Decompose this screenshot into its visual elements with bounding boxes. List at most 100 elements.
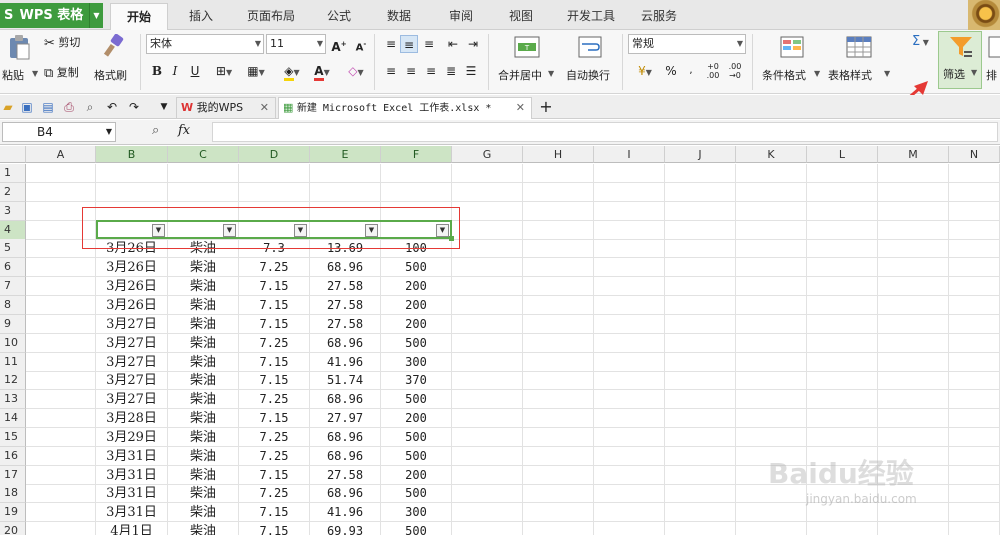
cell-N8[interactable]	[949, 295, 1000, 315]
cell-D20[interactable]: 7.15	[239, 522, 310, 535]
cell-N14[interactable]	[949, 409, 1000, 429]
cell-M20[interactable]	[878, 522, 949, 535]
cell-D11[interactable]: 7.15	[239, 352, 310, 372]
undo-icon[interactable]: ↶	[104, 99, 120, 115]
filter-dropdown-icon[interactable]: ▼	[152, 223, 165, 237]
print-icon[interactable]: ⎙	[61, 99, 77, 115]
cell-A17[interactable]	[26, 465, 96, 485]
cell-J19[interactable]	[665, 503, 736, 523]
tab-cloud[interactable]: 云服务	[634, 3, 684, 30]
cell-K15[interactable]	[736, 427, 807, 447]
cell-N12[interactable]	[949, 371, 1000, 391]
cell-C4[interactable]: ▼	[168, 220, 239, 240]
cell-B2[interactable]	[96, 182, 168, 202]
tab-developer[interactable]: 开发工具	[560, 3, 622, 30]
column-header-I[interactable]: I	[594, 146, 665, 163]
cell-E18[interactable]: 68.96	[310, 484, 381, 504]
cell-B11[interactable]: 3月27日	[96, 352, 168, 372]
cell-N3[interactable]	[949, 201, 1000, 221]
italic-button[interactable]: I	[166, 62, 184, 80]
row-header-7[interactable]: 7	[0, 277, 26, 297]
cell-N5[interactable]	[949, 239, 1000, 259]
cell-A1[interactable]	[26, 164, 96, 183]
align-left-icon[interactable]: ≡	[382, 62, 400, 80]
cell-L1[interactable]	[807, 164, 878, 183]
cell-G4[interactable]	[452, 220, 523, 240]
cell-G3[interactable]	[452, 201, 523, 221]
cell-H5[interactable]	[523, 239, 594, 259]
cell-F7[interactable]: 200	[381, 277, 452, 297]
cell-M8[interactable]	[878, 295, 949, 315]
font-size-select[interactable]: 11 ▼	[266, 34, 326, 54]
cell-L6[interactable]	[807, 258, 878, 278]
cell-F13[interactable]: 500	[381, 390, 452, 410]
filter-button[interactable]: 筛选 ▼	[938, 31, 982, 89]
sum-button[interactable]: Σ ▼	[912, 34, 929, 49]
select-all-corner[interactable]	[0, 146, 26, 163]
cell-A4[interactable]	[26, 220, 96, 240]
cell-L12[interactable]	[807, 371, 878, 391]
cell-M2[interactable]	[878, 182, 949, 202]
cell-J15[interactable]	[665, 427, 736, 447]
cell-B15[interactable]: 3月29日	[96, 427, 168, 447]
cell-J5[interactable]	[665, 239, 736, 259]
cell-H6[interactable]	[523, 258, 594, 278]
cell-E17[interactable]: 27.58	[310, 465, 381, 485]
cell-B5[interactable]: 3月26日	[96, 239, 168, 259]
cell-C12[interactable]: 柴油	[168, 371, 239, 391]
cell-N15[interactable]	[949, 427, 1000, 447]
cell-E1[interactable]	[310, 164, 381, 183]
cell-H15[interactable]	[523, 427, 594, 447]
cut-button[interactable]: ✂ 剪切	[44, 34, 80, 51]
cell-N20[interactable]	[949, 522, 1000, 535]
cell-F18[interactable]: 500	[381, 484, 452, 504]
sort-button[interactable]: 排	[986, 34, 1000, 90]
cell-N7[interactable]	[949, 277, 1000, 297]
cell-E15[interactable]: 68.96	[310, 427, 381, 447]
cell-M1[interactable]	[878, 164, 949, 183]
cell-D4[interactable]: ▼	[239, 220, 310, 240]
cell-E20[interactable]: 69.93	[310, 522, 381, 535]
cell-K4[interactable]	[736, 220, 807, 240]
cell-G1[interactable]	[452, 164, 523, 183]
cell-J8[interactable]	[665, 295, 736, 315]
cell-J20[interactable]	[665, 522, 736, 535]
cell-B16[interactable]: 3月31日	[96, 446, 168, 466]
cell-N18[interactable]	[949, 484, 1000, 504]
tab-home[interactable]: 开始	[110, 3, 168, 30]
cell-H18[interactable]	[523, 484, 594, 504]
cell-border-style-button[interactable]: ▦▼	[242, 62, 270, 80]
new-tab-button[interactable]: +	[538, 99, 554, 115]
row-header-10[interactable]: 10	[0, 333, 26, 353]
cell-L11[interactable]	[807, 352, 878, 372]
cell-L5[interactable]	[807, 239, 878, 259]
cell-L19[interactable]	[807, 503, 878, 523]
tab-insert[interactable]: 插入	[176, 3, 226, 30]
cell-I14[interactable]	[594, 409, 665, 429]
cell-M12[interactable]	[878, 371, 949, 391]
font-name-select[interactable]: 宋体 ▼	[146, 34, 264, 54]
cell-E12[interactable]: 51.74	[310, 371, 381, 391]
filter-dropdown-icon[interactable]: ▼	[294, 223, 307, 237]
cell-G15[interactable]	[452, 427, 523, 447]
cell-M11[interactable]	[878, 352, 949, 372]
cell-C20[interactable]: 柴油	[168, 522, 239, 535]
column-header-F[interactable]: F	[381, 146, 452, 163]
close-icon[interactable]: ✕	[516, 98, 525, 118]
cell-K2[interactable]	[736, 182, 807, 202]
cell-D12[interactable]: 7.15	[239, 371, 310, 391]
cell-A10[interactable]	[26, 333, 96, 353]
cell-M7[interactable]	[878, 277, 949, 297]
cell-F4[interactable]: ▼	[381, 220, 452, 240]
row-header-6[interactable]: 6	[0, 258, 26, 278]
cell-C6[interactable]: 柴油	[168, 258, 239, 278]
cell-D8[interactable]: 7.15	[239, 295, 310, 315]
cell-G8[interactable]	[452, 295, 523, 315]
increase-indent-icon[interactable]: ⇥	[464, 35, 482, 53]
cell-J11[interactable]	[665, 352, 736, 372]
cell-I12[interactable]	[594, 371, 665, 391]
merge-center-button[interactable]: T 合并居中 ▼	[496, 34, 558, 90]
zoom-search-icon[interactable]: ⌕	[152, 123, 159, 138]
tab-review[interactable]: 审阅	[438, 3, 484, 30]
cell-A6[interactable]	[26, 258, 96, 278]
